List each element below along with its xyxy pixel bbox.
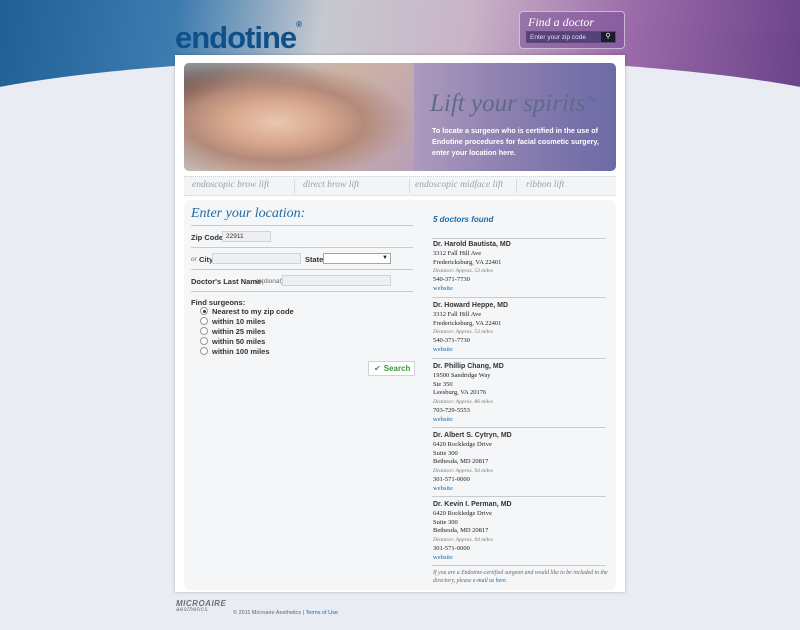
radio-option-50-miles[interactable]: within 50 miles <box>200 337 265 347</box>
search-icon: ⚲ <box>605 33 611 40</box>
doctor-address-line: Leesburg, VA 20176 <box>433 389 487 396</box>
doctor-name: Dr. Phillip Chang, MD <box>433 363 504 370</box>
hero-description: To locate a surgeon who is certified in … <box>432 126 599 157</box>
nav-divider <box>294 179 295 193</box>
endotine-logo[interactable]: endotine® <box>175 20 302 56</box>
terms-of-use-link[interactable]: Terms of Use <box>306 610 338 616</box>
find-doctor-widget: Find a doctor Enter your zip code ⚲ <box>519 11 625 49</box>
divider <box>432 565 606 566</box>
doctor-distance: Distance: Approx. 94 miles <box>433 536 493 543</box>
divider <box>432 238 606 239</box>
doctor-name: Dr. Kevin I. Perman, MD <box>433 501 512 508</box>
doctor-result-5: Dr. Kevin I. Perman, MD 6420 Rockledge D… <box>433 500 603 562</box>
doctor-address-line: 6420 Rockledge Drive <box>433 510 492 517</box>
doctor-website-link[interactable]: website <box>433 345 603 354</box>
doctor-result-1: Dr. Harold Bautista, MD 3312 Fall Hill A… <box>433 240 603 293</box>
enter-location-title: Enter your location: <box>191 206 306 221</box>
zip-search-button[interactable]: ⚲ <box>601 32 615 42</box>
doctor-address-line: Suite 300 <box>433 518 458 526</box>
radio-option-100-miles[interactable]: within 100 miles <box>200 347 270 357</box>
doctor-address-line: 3312 Fall Hill Ave <box>433 311 482 318</box>
doctor-address-line: 3312 Fall Hill Ave <box>433 250 482 257</box>
radio-icon[interactable] <box>200 317 208 326</box>
nav-divider <box>516 179 517 193</box>
doctor-phone: 540-371-7730 <box>433 276 470 283</box>
doctor-address-line: Ste 350 <box>433 380 453 388</box>
divider <box>191 269 413 270</box>
divider <box>191 225 413 226</box>
city-input[interactable] <box>212 253 301 264</box>
doctor-address-line: 6420 Rockledge Drive <box>433 441 492 448</box>
radio-selected-icon[interactable] <box>200 307 208 316</box>
nav-divider <box>409 179 410 193</box>
doctor-distance: Distance: Approx. 53 miles <box>433 329 493 335</box>
procedure-nav: endoscopic brow lift direct brow lift en… <box>184 176 616 196</box>
doctor-distance: Distance: Approx. 94 miles <box>433 467 493 474</box>
divider <box>191 291 413 292</box>
find-surgeons-label: Find surgeons: <box>191 298 246 307</box>
doctor-website-link[interactable]: website <box>433 415 603 424</box>
copyright: © 2011 Microaire Aesthetics | Terms of U… <box>233 610 338 616</box>
trademark-mark: TM <box>585 95 597 104</box>
doctor-phone: 703-729-5553 <box>433 406 470 414</box>
doctor-phone: 301-571-0000 <box>433 475 470 483</box>
zip-code-label: Zip Code <box>191 233 224 242</box>
search-button[interactable]: ✔ Search <box>368 361 415 376</box>
doctor-result-2: Dr. Howard Heppe, MD 3312 Fall Hill Ave … <box>433 301 603 354</box>
hero-title: Lift your spiritsTM <box>430 90 597 117</box>
radio-option-25-miles[interactable]: within 25 miles <box>200 327 265 337</box>
last-name-label: Doctor's Last Name <box>191 277 262 286</box>
state-label: State <box>305 255 324 264</box>
divider <box>432 427 606 428</box>
radio-icon[interactable] <box>200 347 208 356</box>
microaire-logo[interactable]: MICROAIRE aesthetics <box>176 599 226 613</box>
doctor-address-line: Suite 300 <box>433 449 458 457</box>
divider <box>432 297 606 298</box>
divider <box>432 496 606 497</box>
doctor-phone: 301-571-0000 <box>433 544 470 552</box>
doctor-name: Dr. Howard Heppe, MD <box>433 302 509 309</box>
chevron-down-icon: ▼ <box>382 255 388 261</box>
radio-icon[interactable] <box>200 327 208 336</box>
doctor-phone: 540-371-7730 <box>433 337 470 344</box>
doctor-address-line: 19500 Sandridge Way <box>433 372 491 379</box>
doctor-website-link[interactable]: website <box>433 284 603 293</box>
radio-option-10-miles[interactable]: within 10 miles <box>200 317 265 327</box>
doctor-address-line: Fredericksburg, VA 22401 <box>433 258 502 266</box>
radio-icon[interactable] <box>200 337 208 346</box>
nav-item-ribbon-lift[interactable]: ribbon lift <box>526 180 564 190</box>
logo-text: endotine <box>175 20 297 55</box>
radio-option-nearest[interactable]: Nearest to my zip code <box>200 307 294 317</box>
hero-woman-image <box>184 63 414 171</box>
doctor-distance: Distance: Approx. 53 miles <box>433 268 493 274</box>
doctor-distance: Distance: Approx. 86 miles <box>433 398 493 405</box>
results-count: 5 doctors found <box>433 215 494 224</box>
last-name-input[interactable] <box>282 275 391 286</box>
divider <box>191 247 413 248</box>
zip-code-input[interactable]: 22911 <box>222 231 271 242</box>
or-label: or <box>191 256 197 263</box>
doctor-website-link[interactable]: website <box>433 553 603 562</box>
nav-item-endoscopic-midface-lift[interactable]: endoscopic midface lift <box>415 180 503 190</box>
doctor-name: Dr. Harold Bautista, MD <box>433 241 511 248</box>
divider <box>432 358 606 359</box>
email-us-link[interactable]: e-mail us here. <box>473 578 507 584</box>
optional-label: (optional) <box>256 278 284 285</box>
doctor-result-3: Dr. Phillip Chang, MD 19500 Sandridge Wa… <box>433 362 603 424</box>
nav-item-endoscopic-brow-lift[interactable]: endoscopic brow lift <box>192 180 269 190</box>
doctor-name: Dr. Albert S. Cytryn, MD <box>433 432 512 439</box>
find-doctor-title: Find a doctor <box>528 15 594 29</box>
logo-registered-mark: ® <box>296 20 302 29</box>
doctor-result-4: Dr. Albert S. Cytryn, MD 6420 Rockledge … <box>433 431 603 493</box>
doctor-address-line: Bethesda, MD 20817 <box>433 458 489 465</box>
doctor-address-line: Bethesda, MD 20817 <box>433 527 489 534</box>
doctor-website-link[interactable]: website <box>433 484 603 493</box>
nav-item-direct-brow-lift[interactable]: direct brow lift <box>303 180 359 190</box>
surgeon-footnote: If you are a Endotine-certified surgeon … <box>433 570 608 584</box>
state-select[interactable]: ▼ <box>323 253 391 264</box>
checkmark-icon: ✔ <box>374 364 381 373</box>
doctor-address-line: Fredericksburg, VA 22401 <box>433 319 502 327</box>
